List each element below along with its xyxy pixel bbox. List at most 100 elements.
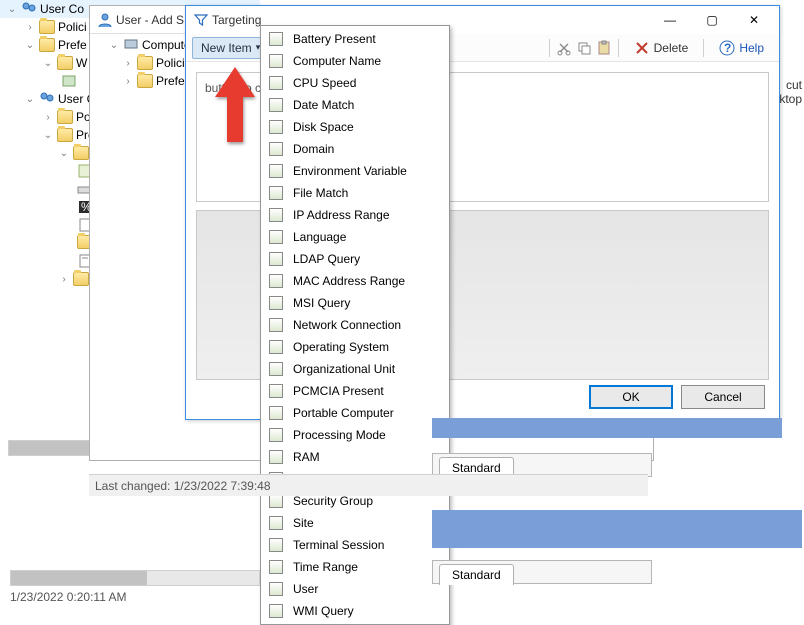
menu-item-label: Date Match [293, 98, 354, 112]
menu-item-time-range[interactable]: Time Range [263, 556, 447, 578]
new-item-label: New Item [201, 41, 252, 55]
delete-button[interactable]: Delete [625, 37, 698, 59]
menu-item-cpu-speed[interactable]: CPU Speed [263, 72, 447, 94]
menu-item-label: User [293, 582, 318, 596]
menu-item-disk-space[interactable]: Disk Space [263, 116, 447, 138]
menu-item-label: Security Group [293, 494, 373, 508]
bg-strip-1 [432, 418, 782, 438]
menu-item-label: Language [293, 230, 346, 244]
menu-item-pcmcia-present[interactable]: PCMCIA Present [263, 380, 447, 402]
new-item-button[interactable]: New Item ▾ [192, 37, 269, 59]
expander-icon[interactable]: ⌄ [6, 4, 18, 15]
partial-text-right: cut ktop [778, 78, 804, 106]
menu-item-date-match[interactable]: Date Match [263, 94, 447, 116]
menu-item-label: File Match [293, 186, 348, 200]
status-bar: Last changed: 1/23/2022 7:39:48 [89, 474, 648, 496]
menu-item-icon [267, 251, 285, 267]
ok-button[interactable]: OK [589, 385, 673, 409]
menu-item-battery-present[interactable]: Battery Present [263, 28, 447, 50]
filter-icon [193, 12, 209, 28]
menu-item-label: MSI Query [293, 296, 350, 310]
menu-item-label: Processing Mode [293, 428, 386, 442]
menu-item-environment-variable[interactable]: Environment Variable [263, 160, 447, 182]
menu-item-label: Site [293, 516, 314, 530]
menu-item-label: WMI Query [293, 604, 354, 618]
menu-item-organizational-unit[interactable]: Organizational Unit [263, 358, 447, 380]
menu-item-icon [267, 339, 285, 355]
menu-item-icon [267, 427, 285, 443]
menu-item-icon [267, 603, 285, 619]
setting-icon [61, 73, 77, 89]
control-panel-icon [73, 272, 89, 286]
menu-item-ram[interactable]: RAM [263, 446, 447, 468]
menu-item-icon [267, 317, 285, 333]
folder-icon [57, 128, 73, 142]
menu-item-label: MAC Address Range [293, 274, 405, 288]
folder-icon [39, 20, 55, 34]
menu-item-portable-computer[interactable]: Portable Computer [263, 402, 447, 424]
minimize-button[interactable]: — [649, 7, 691, 33]
close-button[interactable]: ✕ [733, 7, 775, 33]
tab-strip-2: Standard [432, 560, 652, 584]
maximize-button[interactable]: ▢ [691, 7, 733, 33]
menu-item-icon [267, 53, 285, 69]
menu-item-icon [267, 141, 285, 157]
menu-item-label: Portable Computer [293, 406, 394, 420]
menu-item-mac-address-range[interactable]: MAC Address Range [263, 270, 447, 292]
menu-item-icon [267, 207, 285, 223]
menu-item-icon [267, 31, 285, 47]
menu-item-icon [267, 163, 285, 179]
help-icon: ? [719, 40, 735, 56]
menu-item-label: Terminal Session [293, 538, 384, 552]
paste-icon[interactable] [596, 40, 612, 56]
user-icon [97, 12, 113, 28]
menu-item-ip-address-range[interactable]: IP Address Range [263, 204, 447, 226]
menu-item-label: Network Connection [293, 318, 401, 332]
menu-item-icon [267, 537, 285, 553]
delete-x-icon [634, 40, 650, 56]
folder-icon [73, 146, 89, 160]
window-controls: — ▢ ✕ [649, 7, 775, 33]
menu-item-icon [267, 185, 285, 201]
cancel-button[interactable]: Cancel [681, 385, 765, 409]
folder-icon [57, 110, 73, 124]
menu-item-label: Time Range [293, 560, 358, 574]
menu-item-label: RAM [293, 450, 320, 464]
menu-item-file-match[interactable]: File Match [263, 182, 447, 204]
dialog-buttons: OK Cancel [589, 385, 765, 409]
menu-item-language[interactable]: Language [263, 226, 447, 248]
users-icon [21, 1, 37, 17]
copy-icon[interactable] [576, 40, 592, 56]
menu-item-icon [267, 119, 285, 135]
menu-item-msi-query[interactable]: MSI Query [263, 292, 447, 314]
menu-item-label: Disk Space [293, 120, 354, 134]
menu-item-icon [267, 559, 285, 575]
menu-item-label: Domain [293, 142, 334, 156]
menu-item-label: PCMCIA Present [293, 384, 384, 398]
menu-item-icon [267, 273, 285, 289]
menu-item-site[interactable]: Site [263, 512, 447, 534]
menu-item-network-connection[interactable]: Network Connection [263, 314, 447, 336]
menu-item-ldap-query[interactable]: LDAP Query [263, 248, 447, 270]
menu-item-processing-mode[interactable]: Processing Mode [263, 424, 447, 446]
menu-item-icon [267, 581, 285, 597]
help-button[interactable]: ? Help [710, 37, 773, 59]
menu-item-icon [267, 97, 285, 113]
menu-item-domain[interactable]: Domain [263, 138, 447, 160]
status-last-changed-value: 1/23/2022 7:39:48 [174, 479, 271, 493]
menu-item-terminal-session[interactable]: Terminal Session [263, 534, 447, 556]
menu-item-computer-name[interactable]: Computer Name [263, 50, 447, 72]
tab-standard-2[interactable]: Standard [439, 564, 514, 585]
menu-item-wmi-query[interactable]: WMI Query [263, 600, 447, 622]
bottom-hscroll[interactable] [10, 570, 260, 586]
menu-item-user[interactable]: User [263, 578, 447, 600]
menu-item-label: Operating System [293, 340, 389, 354]
menu-item-operating-system[interactable]: Operating System [263, 336, 447, 358]
bg-strip-2 [432, 510, 802, 548]
menu-item-icon [267, 449, 285, 465]
status-bar-2: 1/23/2022 0:20:11 AM [10, 590, 127, 604]
cut-icon[interactable] [556, 40, 572, 56]
computer-icon [123, 37, 139, 53]
new-item-dropdown[interactable]: Battery PresentComputer NameCPU Speed Dat… [260, 25, 450, 625]
status-last-changed-label: Last changed: [95, 479, 170, 493]
